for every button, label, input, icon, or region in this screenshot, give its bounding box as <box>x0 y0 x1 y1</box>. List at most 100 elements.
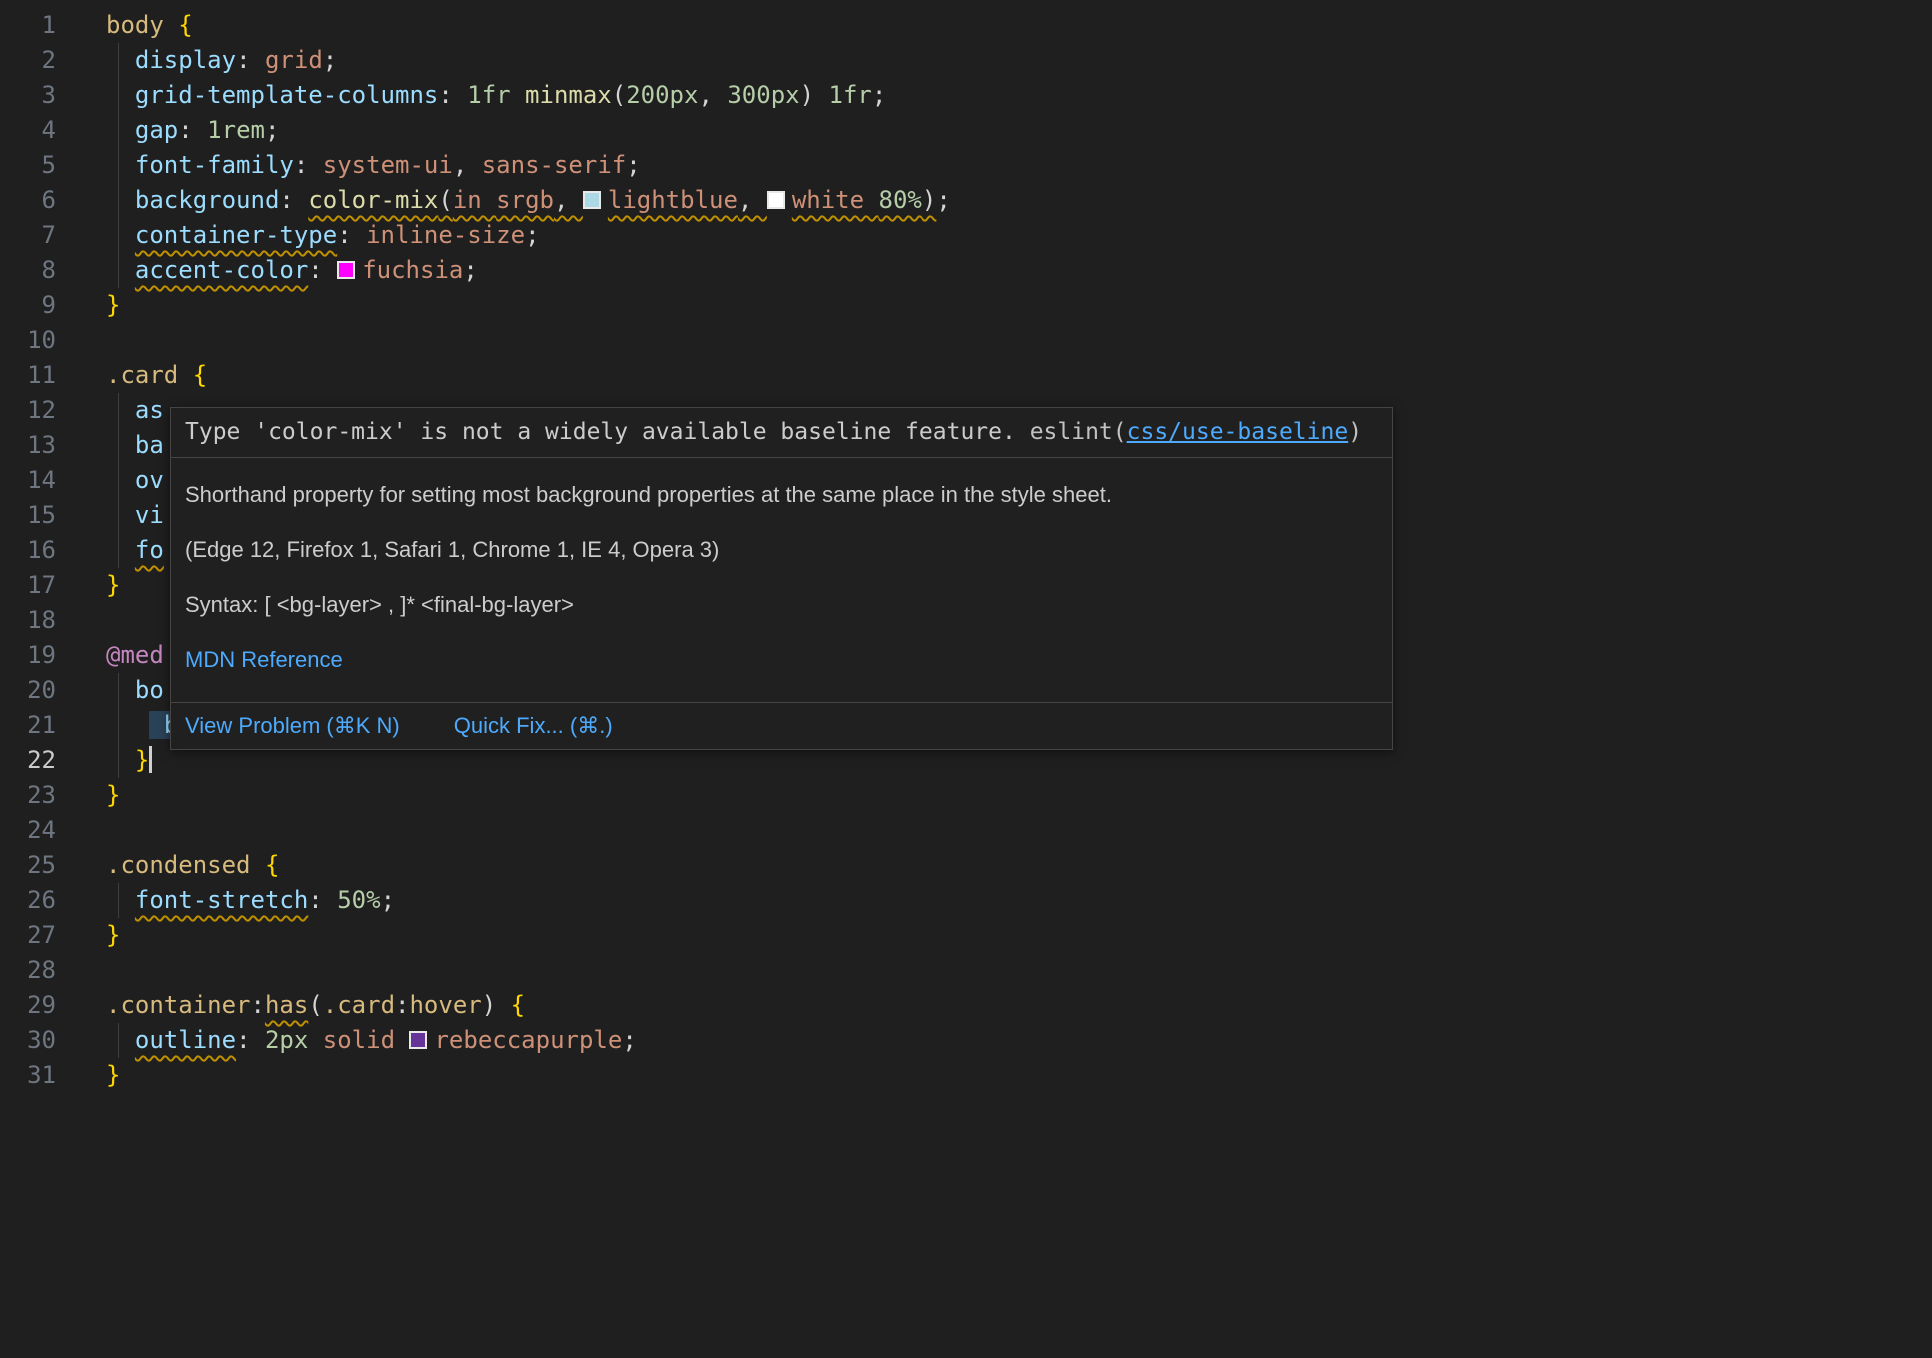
code-token <box>106 81 135 109</box>
code-line-26[interactable]: 26 font-stretch: 50%; <box>0 883 1932 918</box>
code-token: ; <box>936 186 950 214</box>
code-token: : <box>279 186 308 214</box>
code-token: ; <box>323 46 337 74</box>
code-line-24[interactable]: 24 <box>0 813 1932 848</box>
code-content: font-family: system-ui, sans-serif; <box>106 148 1932 183</box>
line-number[interactable]: 19 <box>0 638 56 673</box>
code-line-31[interactable]: 31} <box>0 1058 1932 1093</box>
code-line-11[interactable]: 11.card { <box>0 358 1932 393</box>
code-token: : <box>236 1026 265 1054</box>
eslint-rule-link[interactable]: css/use-baseline <box>1127 419 1349 445</box>
line-number[interactable]: 11 <box>0 358 56 393</box>
code-token: : <box>178 116 207 144</box>
code-content: font-stretch: 50%; <box>106 883 1932 918</box>
line-number[interactable]: 5 <box>0 148 56 183</box>
code-line-30[interactable]: 30 outline: 2px solid rebeccapurple; <box>0 1023 1932 1058</box>
line-number[interactable]: 20 <box>0 673 56 708</box>
line-number[interactable]: 14 <box>0 463 56 498</box>
code-content <box>106 813 1932 848</box>
line-number[interactable]: 17 <box>0 568 56 603</box>
code-token: } <box>106 291 120 319</box>
line-number[interactable]: 23 <box>0 778 56 813</box>
code-token: ( <box>438 186 452 214</box>
code-token: solid <box>323 1026 410 1054</box>
code-token <box>106 711 149 739</box>
code-line-27[interactable]: 27} <box>0 918 1932 953</box>
code-line-5[interactable]: 5 font-family: system-ui, sans-serif; <box>0 148 1932 183</box>
line-number[interactable]: 25 <box>0 848 56 883</box>
code-token: system-ui <box>323 151 453 179</box>
line-number[interactable]: 26 <box>0 883 56 918</box>
code-line-6[interactable]: 6 background: color-mix(in srgb, lightbl… <box>0 183 1932 218</box>
code-token: hover <box>409 991 481 1019</box>
line-number[interactable]: 4 <box>0 113 56 148</box>
code-token: fo <box>135 536 164 564</box>
code-content: } <box>106 778 1932 813</box>
mdn-reference-link[interactable]: MDN Reference <box>185 647 343 672</box>
code-line-29[interactable]: 29.container:has(.card:hover) { <box>0 988 1932 1023</box>
view-problem-action[interactable]: View Problem (⌘K N) <box>185 713 400 739</box>
code-token: has <box>265 991 308 1019</box>
code-line-4[interactable]: 4 gap: 1rem; <box>0 113 1932 148</box>
code-token: } <box>106 921 120 949</box>
quick-fix-action[interactable]: Quick Fix... (⌘.) <box>454 713 613 739</box>
code-content: background: color-mix(in srgb, lightblue… <box>106 183 1932 218</box>
code-token: .card <box>323 991 395 1019</box>
line-number[interactable]: 18 <box>0 603 56 638</box>
code-token: rebeccapurple <box>434 1026 622 1054</box>
line-number[interactable]: 15 <box>0 498 56 533</box>
line-number[interactable]: 2 <box>0 43 56 78</box>
diagnostic-source-open: eslint( <box>1030 419 1127 445</box>
code-line-2[interactable]: 2 display: grid; <box>0 43 1932 78</box>
code-line-23[interactable]: 23} <box>0 778 1932 813</box>
code-token: outline <box>135 1026 236 1054</box>
code-token: : <box>308 886 337 914</box>
tooltip-actions: View Problem (⌘K N) Quick Fix... (⌘.) <box>171 703 1392 749</box>
code-line-10[interactable]: 10 <box>0 323 1932 358</box>
line-number[interactable]: 21 <box>0 708 56 743</box>
code-line-7[interactable]: 7 container-type: inline-size; <box>0 218 1932 253</box>
code-token: ) <box>800 81 814 109</box>
line-number[interactable]: 27 <box>0 918 56 953</box>
line-number[interactable]: 31 <box>0 1058 56 1093</box>
diagnostic-text: Type 'color-mix' is not a widely availab… <box>185 419 1030 445</box>
line-number[interactable]: 10 <box>0 323 56 358</box>
code-content <box>106 323 1932 358</box>
code-line-9[interactable]: 9} <box>0 288 1932 323</box>
code-token: gap <box>135 116 178 144</box>
line-number[interactable]: 29 <box>0 988 56 1023</box>
line-number[interactable]: 6 <box>0 183 56 218</box>
code-token: : <box>251 991 265 1019</box>
code-token: grid-template-columns <box>135 81 438 109</box>
line-number[interactable]: 8 <box>0 253 56 288</box>
code-token: 2px <box>265 1026 323 1054</box>
line-number[interactable]: 1 <box>0 8 56 43</box>
line-number[interactable]: 7 <box>0 218 56 253</box>
code-line-8[interactable]: 8 accent-color: fuchsia; <box>0 253 1932 288</box>
code-token: : <box>337 221 366 249</box>
code-token: ; <box>626 151 640 179</box>
line-number[interactable]: 30 <box>0 1023 56 1058</box>
code-token: 80% <box>879 186 922 214</box>
line-number[interactable]: 24 <box>0 813 56 848</box>
code-token: 1fr <box>814 81 872 109</box>
code-content: } <box>106 1058 1932 1093</box>
line-number[interactable]: 28 <box>0 953 56 988</box>
code-content: body { <box>106 8 1932 43</box>
code-token: ; <box>525 221 539 249</box>
line-number[interactable]: 9 <box>0 288 56 323</box>
code-content: .condensed { <box>106 848 1932 883</box>
line-number[interactable]: 12 <box>0 393 56 428</box>
code-content: } <box>106 288 1932 323</box>
code-line-25[interactable]: 25 .condensed { <box>0 848 1932 883</box>
code-line-1[interactable]: 1 body { <box>0 8 1932 43</box>
line-number[interactable]: 3 <box>0 78 56 113</box>
code-token: white <box>792 186 879 214</box>
code-editor[interactable]: 1 body {2 display: grid;3 grid-template-c… <box>0 0 1932 1358</box>
code-line-28[interactable]: 28 <box>0 953 1932 988</box>
line-number[interactable]: 22 <box>0 743 56 778</box>
code-line-3[interactable]: 3 grid-template-columns: 1fr minmax(200p… <box>0 78 1932 113</box>
line-number[interactable]: 13 <box>0 428 56 463</box>
line-number[interactable]: 16 <box>0 533 56 568</box>
code-token <box>178 361 192 389</box>
